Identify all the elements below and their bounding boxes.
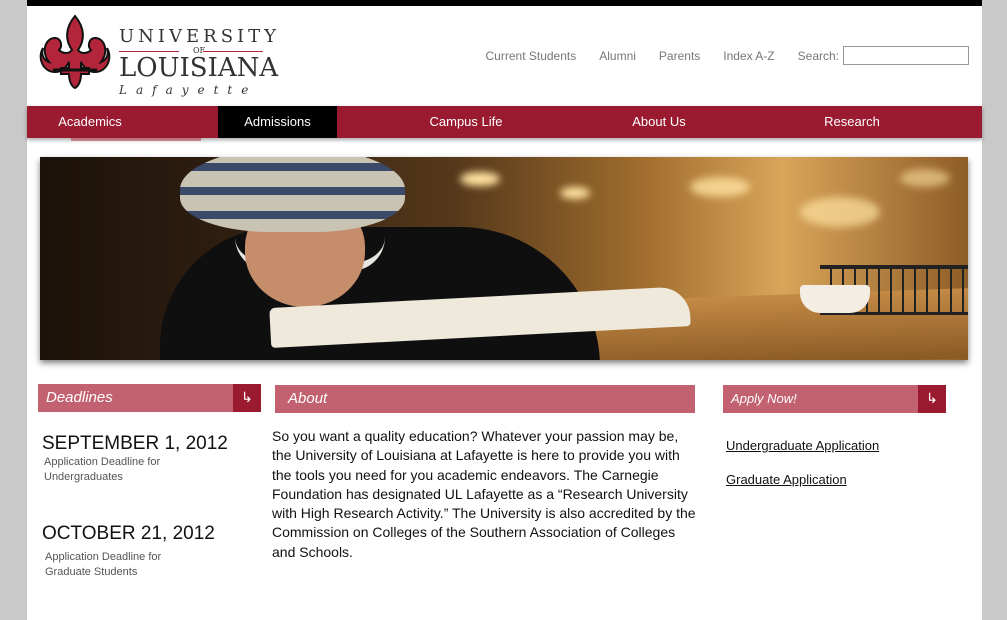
link-alumni[interactable]: Alumni — [599, 49, 636, 63]
deadline-desc-line: Undergraduates — [44, 471, 123, 483]
deadlines-title: Deadlines — [46, 389, 113, 406]
deadlines-header: Deadlines ↳ — [38, 384, 261, 412]
search-label: Search: — [797, 48, 839, 63]
graduate-application-link[interactable]: Graduate Application — [726, 472, 847, 487]
about-title: About — [288, 390, 328, 407]
nav-active-indicator — [71, 138, 201, 141]
deadline-date: SEPTEMBER 1, 2012 — [42, 433, 228, 454]
about-paragraph: So you want a quality education? Whateve… — [272, 428, 696, 560]
arrow-icon[interactable]: ↳ — [233, 384, 261, 412]
deadline-date: OCTOBER 21, 2012 — [42, 523, 215, 544]
fleur-de-lis-icon — [39, 14, 111, 90]
deadline-desc-line: Application Deadline for — [44, 456, 161, 468]
hero-image — [40, 157, 968, 360]
apply-title: Apply Now! — [731, 391, 797, 406]
undergraduate-application-link[interactable]: Undergraduate Application — [726, 438, 879, 453]
page: UNIVERSITY OF LOUISIANA Lafayette Curren… — [27, 0, 982, 620]
deadline-desc-line: Graduate Students — [45, 566, 138, 578]
link-index-az[interactable]: Index A-Z — [723, 49, 774, 63]
logo-of: OF — [119, 46, 279, 56]
nav-academics[interactable]: Academics — [27, 106, 153, 138]
deadline-desc: Application Deadline for Graduate Studen… — [45, 550, 205, 580]
link-parents[interactable]: Parents — [659, 49, 700, 63]
logo-wordmark: UNIVERSITY OF LOUISIANA Lafayette — [119, 28, 279, 98]
apply-header: Apply Now! ↳ — [723, 385, 946, 413]
deadline-desc: Application Deadline for Undergraduates — [44, 455, 204, 485]
link-current-students[interactable]: Current Students — [486, 49, 577, 63]
nav-research[interactable]: Research — [793, 106, 911, 138]
logo-louisiana: LOUISIANA — [119, 53, 279, 83]
main-nav: Academics Admissions Campus Life About U… — [27, 106, 982, 138]
nav-campus-life[interactable]: Campus Life — [407, 106, 525, 138]
university-logo[interactable]: UNIVERSITY OF LOUISIANA Lafayette — [39, 14, 279, 97]
about-header: About — [275, 385, 695, 413]
logo-university: UNIVERSITY — [119, 26, 281, 47]
nav-about-us[interactable]: About Us — [600, 106, 718, 138]
nav-admissions[interactable]: Admissions — [218, 106, 337, 138]
arrow-icon[interactable]: ↳ — [918, 385, 946, 413]
top-bar — [27, 0, 982, 6]
search-input[interactable] — [843, 46, 969, 65]
utility-nav: Current Students Alumni Parents Index A-… — [463, 46, 969, 65]
deadline-desc-line: Application Deadline for — [45, 551, 162, 563]
logo-lafayette: Lafayette — [119, 83, 258, 97]
